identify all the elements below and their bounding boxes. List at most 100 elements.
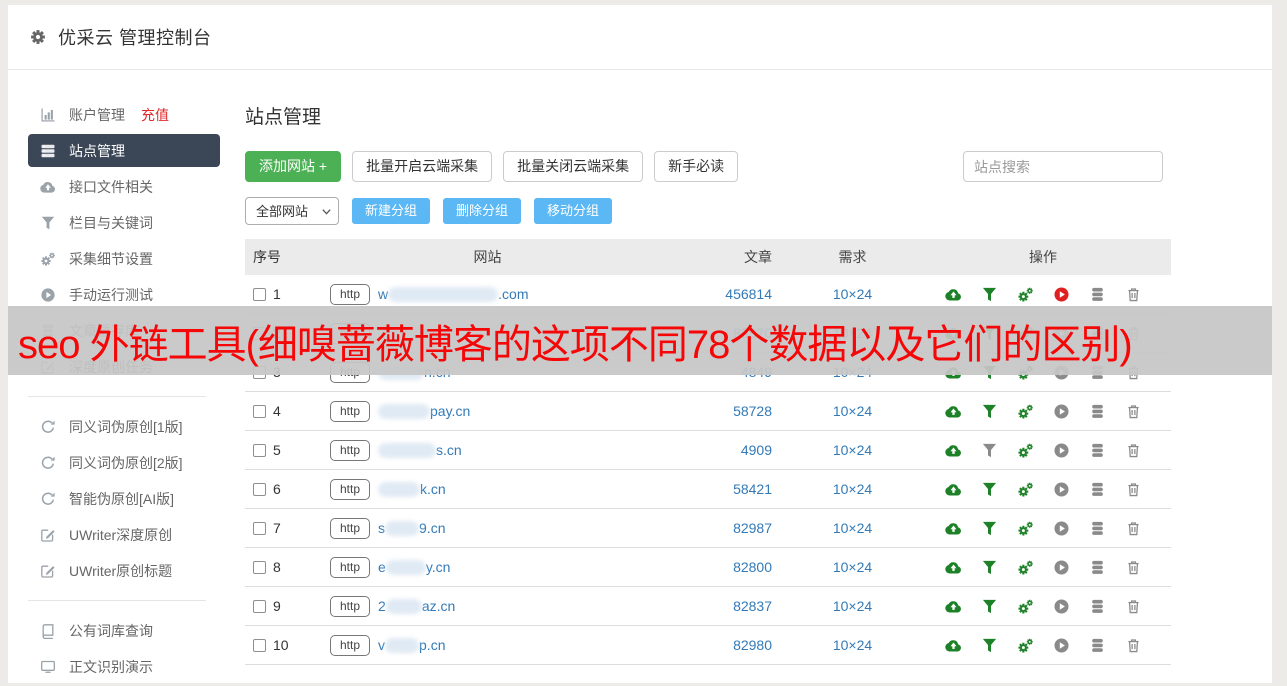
newbie-guide-button[interactable]: 新手必读 <box>654 151 739 182</box>
trash-icon[interactable] <box>1125 637 1142 654</box>
add-site-button[interactable]: 添加网站 + <box>245 151 342 182</box>
database-icon[interactable] <box>1089 442 1106 459</box>
row-checkbox[interactable] <box>253 599 266 613</box>
site-link[interactable]: v p.cn <box>378 637 445 653</box>
trash-icon[interactable] <box>1125 520 1142 537</box>
filter-icon[interactable] <box>981 520 998 537</box>
move-group-button[interactable]: 移动分组 <box>534 198 613 224</box>
gears-icon[interactable] <box>1017 481 1034 498</box>
gears-icon[interactable] <box>1017 559 1034 576</box>
articles-count-link[interactable]: 82800 <box>733 559 772 575</box>
sidebar-item-栏目与关键词[interactable]: 栏目与关键词 <box>28 206 220 239</box>
row-checkbox[interactable] <box>253 521 266 535</box>
cloud-upload-icon[interactable] <box>944 403 962 420</box>
site-link[interactable]: w .com <box>378 286 528 302</box>
sidebar-item-正文识别演示[interactable]: 正文识别演示 <box>28 650 220 683</box>
delete-group-button[interactable]: 删除分组 <box>443 198 522 224</box>
sidebar-item-智能伪原创AI版[interactable]: 智能伪原创[AI版] <box>28 482 220 515</box>
sidebar-item-同义词伪原创2版[interactable]: 同义词伪原创[2版] <box>28 446 220 479</box>
play-icon[interactable] <box>1053 442 1070 459</box>
play-icon[interactable] <box>1053 598 1070 615</box>
recharge-link[interactable]: 充值 <box>141 105 169 125</box>
trash-icon[interactable] <box>1125 598 1142 615</box>
site-link[interactable]: e y.cn <box>378 559 450 575</box>
play-icon[interactable] <box>1053 403 1070 420</box>
filter-icon[interactable] <box>981 598 998 615</box>
cloud-upload-icon[interactable] <box>944 598 962 615</box>
sidebar-item-label: 智能伪原创[AI版] <box>69 490 175 507</box>
filter-icon[interactable] <box>981 559 998 576</box>
site-link[interactable]: s.cn <box>378 442 462 458</box>
cloud-upload-icon[interactable] <box>944 520 962 537</box>
new-group-button[interactable]: 新建分组 <box>352 198 431 224</box>
table-row: 4 http pay.cn 58728 10×24 <box>245 392 1171 431</box>
row-index: 9 <box>273 598 281 614</box>
articles-count-link[interactable]: 456814 <box>725 286 772 302</box>
database-icon[interactable] <box>1089 286 1106 303</box>
row-checkbox[interactable] <box>253 443 266 457</box>
gears-icon[interactable] <box>1017 286 1034 303</box>
row-checkbox[interactable] <box>253 287 266 301</box>
database-icon[interactable] <box>1089 637 1106 654</box>
trash-icon[interactable] <box>1125 481 1142 498</box>
sidebar-item-公有词库查询[interactable]: 公有词库查询 <box>28 614 220 647</box>
edit-icon <box>40 563 56 579</box>
database-icon[interactable] <box>1089 520 1106 537</box>
batch-open-button[interactable]: 批量开启云端采集 <box>352 151 493 182</box>
database-icon[interactable] <box>1089 598 1106 615</box>
sidebar-item-同义词伪原创1版[interactable]: 同义词伪原创[1版] <box>28 410 220 443</box>
filter-icon[interactable] <box>981 442 998 459</box>
articles-count-link[interactable]: 4909 <box>741 442 772 458</box>
trash-icon[interactable] <box>1125 559 1142 576</box>
row-checkbox[interactable] <box>253 482 266 496</box>
gears-icon[interactable] <box>1017 598 1034 615</box>
site-link[interactable]: pay.cn <box>378 403 470 419</box>
sidebar-item-UWriter原创标题[interactable]: UWriter原创标题 <box>28 554 220 587</box>
site-link[interactable]: k.cn <box>378 481 446 497</box>
database-icon[interactable] <box>1089 403 1106 420</box>
sidebar-item-UWriter深度原创[interactable]: UWriter深度原创 <box>28 518 220 551</box>
sidebar-item-采集细节设置[interactable]: 采集细节设置 <box>28 242 220 275</box>
database-icon[interactable] <box>1089 481 1106 498</box>
trash-icon[interactable] <box>1125 442 1142 459</box>
filter-icon[interactable] <box>981 403 998 420</box>
play-icon[interactable] <box>1053 559 1070 576</box>
sidebar-item-账户管理[interactable]: 账户管理 充值 <box>28 98 220 131</box>
articles-count-link[interactable]: 82980 <box>733 637 772 653</box>
row-checkbox[interactable] <box>253 404 266 418</box>
database-icon[interactable] <box>1089 559 1106 576</box>
site-search-input[interactable] <box>963 151 1163 182</box>
batch-close-button[interactable]: 批量关闭云端采集 <box>503 151 644 182</box>
group-filter-select[interactable]: 全部网站 <box>245 197 339 225</box>
articles-count-link[interactable]: 82837 <box>733 598 772 614</box>
gears-icon[interactable] <box>1017 520 1034 537</box>
filter-icon[interactable] <box>981 286 998 303</box>
articles-count-link[interactable]: 58728 <box>733 403 772 419</box>
play-icon[interactable] <box>1053 286 1070 303</box>
cloud-upload-icon[interactable] <box>944 559 962 576</box>
gears-icon[interactable] <box>1017 637 1034 654</box>
gears-icon[interactable] <box>1017 403 1034 420</box>
play-icon[interactable] <box>1053 481 1070 498</box>
trash-icon[interactable] <box>1125 286 1142 303</box>
sidebar-item-接口文件相关[interactable]: 接口文件相关 <box>28 170 220 203</box>
cloud-upload-icon[interactable] <box>944 637 962 654</box>
cloud-upload-icon[interactable] <box>944 286 962 303</box>
filter-icon[interactable] <box>981 637 998 654</box>
sidebar-item-站点管理[interactable]: 站点管理 <box>28 134 220 167</box>
sidebar-item-label: 手动运行测试 <box>69 286 153 303</box>
actions-cell <box>915 481 1171 498</box>
play-icon[interactable] <box>1053 520 1070 537</box>
cloud-upload-icon[interactable] <box>944 442 962 459</box>
site-link[interactable]: s 9.cn <box>378 520 445 536</box>
row-checkbox[interactable] <box>253 638 266 652</box>
articles-count-link[interactable]: 58421 <box>733 481 772 497</box>
row-checkbox[interactable] <box>253 560 266 574</box>
site-link[interactable]: 2 az.cn <box>378 598 455 614</box>
articles-count-link[interactable]: 82987 <box>733 520 772 536</box>
filter-icon[interactable] <box>981 481 998 498</box>
cloud-upload-icon[interactable] <box>944 481 962 498</box>
trash-icon[interactable] <box>1125 403 1142 420</box>
gears-icon[interactable] <box>1017 442 1034 459</box>
play-icon[interactable] <box>1053 637 1070 654</box>
